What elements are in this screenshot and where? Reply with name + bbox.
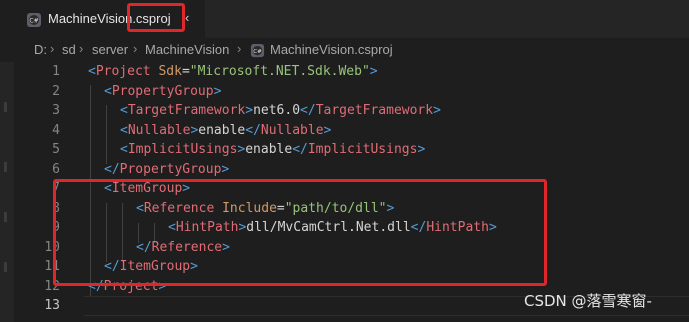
code-text: <Project Sdk="Microsoft.NET.Sdk.Web">: [88, 64, 378, 79]
code-line[interactable]: 6 </PropertyGroup>: [0, 160, 689, 180]
line-number: 3: [52, 103, 60, 118]
code-text: <PropertyGroup>: [104, 83, 222, 99]
tab-bar: C# MachineVision.csproj ‹: [0, 0, 689, 38]
line-number: 4: [52, 122, 60, 138]
svg-text:C#: C#: [253, 49, 262, 55]
line-number: 2: [52, 83, 60, 99]
code-line[interactable]: 2 <PropertyGroup>: [0, 82, 689, 102]
watermark: CSDN @落雪寒窗-: [524, 292, 652, 310]
line-number: 6: [52, 161, 60, 177]
chevron-right-icon: ›: [79, 41, 84, 56]
code-text: </PropertyGroup>: [104, 161, 230, 177]
chevron-right-icon: ›: [50, 41, 55, 56]
code-text: <ImplicitUsings>enable</ImplicitUsings>: [120, 142, 426, 157]
line-number: 5: [52, 142, 60, 157]
breadcrumb-machinevision-folder[interactable]: MachineVision: [145, 42, 229, 57]
code-editor[interactable]: 1 <Project Sdk="Microsoft.NET.Sdk.Web"> …: [0, 62, 689, 322]
code-line[interactable]: 1 <Project Sdk="Microsoft.NET.Sdk.Web">: [0, 62, 689, 82]
line-number: 1: [52, 64, 60, 79]
code-text: <Nullable>enable</Nullable>: [120, 122, 332, 138]
code-line[interactable]: 4 <Nullable>enable</Nullable>: [0, 121, 689, 141]
code-text: <TargetFramework>net6.0</TargetFramework…: [120, 103, 441, 118]
tab-close-button[interactable]: ‹: [185, 10, 189, 25]
line-number: 13: [44, 298, 60, 313]
chevron-right-icon: ›: [237, 41, 242, 56]
breadcrumb-drive[interactable]: D:: [34, 42, 47, 57]
breadcrumb-server[interactable]: server: [92, 42, 128, 57]
chevron-right-icon: ›: [133, 41, 138, 56]
csharp-project-icon: C#: [250, 43, 265, 58]
highlight-box-extension: [127, 3, 185, 32]
breadcrumb-sd[interactable]: sd: [62, 42, 76, 57]
breadcrumb: D: › sd › server › MachineVision › C# Ma…: [0, 38, 689, 62]
code-line[interactable]: 5 <ImplicitUsings>enable</ImplicitUsings…: [0, 140, 689, 160]
csharp-project-icon: C#: [27, 13, 41, 27]
breadcrumb-file[interactable]: MachineVision.csproj: [270, 42, 393, 57]
svg-text:C#: C#: [29, 18, 38, 25]
code-line[interactable]: 3 <TargetFramework>net6.0</TargetFramewo…: [0, 101, 689, 121]
highlight-box-itemgroup: [53, 179, 547, 286]
